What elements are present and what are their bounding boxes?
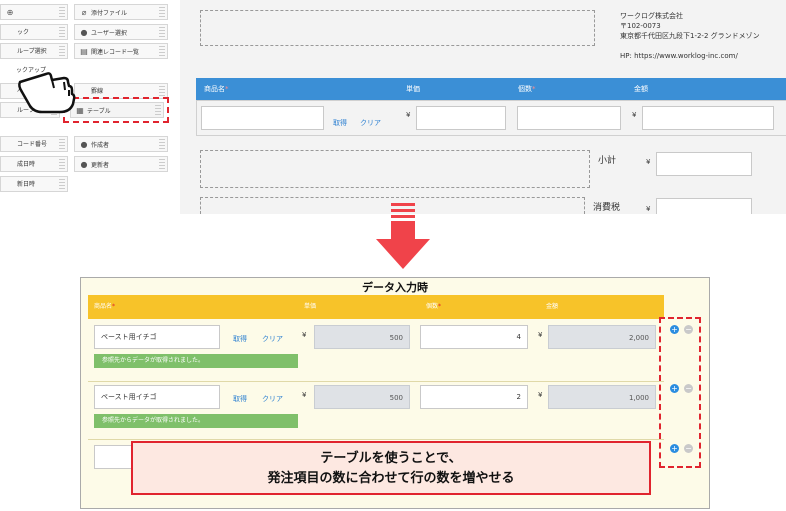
unit-price-value: 500 <box>314 325 410 349</box>
fetch-link[interactable]: 取得 <box>233 334 247 344</box>
tax-label: 消費税 <box>593 203 621 213</box>
remove-row-button[interactable]: − <box>684 325 693 334</box>
form-blank-space <box>200 10 595 46</box>
fetch-success-message: 参照先からデータが取得されました。 <box>94 414 298 428</box>
remove-row-button[interactable]: − <box>684 444 693 453</box>
palette-item-updater[interactable]: ● 更新者 <box>74 156 168 172</box>
callout-box: テーブルを使うことで、 発注項目の数に合わせて行の数を増やせる <box>131 441 651 495</box>
tax-input[interactable] <box>656 198 752 214</box>
user-icon: ● <box>80 160 88 169</box>
data-entry-table-frame: データ入力時 商品名* 単価 個数* 金額 ペースト用イチゴ 取得 クリア 参照… <box>80 277 710 509</box>
palette-item[interactable]: ⊕ <box>0 4 68 20</box>
amount-input[interactable] <box>642 106 774 130</box>
amount-value: 1,000 <box>548 385 656 409</box>
clear-link[interactable]: クリア <box>262 394 283 404</box>
form-canvas: ワークログ株式会社 〒102-0073 東京都千代田区九段下1-2-2 グランド… <box>180 0 786 214</box>
add-row-button[interactable]: + <box>670 384 679 393</box>
subtotal-label: 小計 <box>598 156 617 166</box>
palette-item-record-number[interactable]: コード番号 <box>0 136 68 152</box>
section-title: データ入力時 <box>362 281 428 294</box>
quantity-input[interactable] <box>517 106 621 130</box>
palette-item-user-select[interactable]: ● ユーザー選択 <box>74 24 168 40</box>
product-name-input[interactable]: ペースト用イチゴ <box>94 325 220 349</box>
unit-price-input[interactable] <box>416 106 506 130</box>
company-name: ワークログ株式会社 <box>620 12 683 20</box>
header-unit-price: 単価 <box>304 303 317 310</box>
form-table-header: 商品名* 単価 個数* 金額 <box>196 78 786 100</box>
table-row: ペースト用イチゴ 取得 クリア 参照先からデータが取得されました。 ¥ 500 … <box>88 381 664 440</box>
product-name-input[interactable] <box>94 445 134 469</box>
header-amount: 金額 <box>634 85 648 93</box>
unit-price-value: 500 <box>314 385 410 409</box>
clear-link[interactable]: クリア <box>360 118 381 128</box>
palette-item-updated-at[interactable]: 新日時 <box>0 176 68 192</box>
paperclip-icon: ⌀ <box>81 8 87 17</box>
user-icon: ● <box>80 28 88 37</box>
add-row-button[interactable]: + <box>670 444 679 453</box>
amount-value: 2,000 <box>548 325 656 349</box>
palette-item-creator[interactable]: ● 作成者 <box>74 136 168 152</box>
palette-item-attachment[interactable]: ⌀ 添付ファイル <box>74 4 168 20</box>
quantity-input[interactable]: 4 <box>420 325 528 349</box>
form-blank-space <box>200 150 590 188</box>
company-postal: 〒102-0073 <box>620 22 661 30</box>
fetch-link[interactable]: 取得 <box>333 118 347 128</box>
user-icon: ● <box>80 140 88 149</box>
fetch-success-message: 参照先からデータが取得されました。 <box>94 354 298 368</box>
subtotal-input[interactable] <box>656 152 752 176</box>
header-amount: 金額 <box>546 303 559 310</box>
palette-item-related-records[interactable]: ▤ 関連レコード一覧 <box>74 43 168 59</box>
table-row: ペースト用イチゴ 取得 クリア 参照先からデータが取得されました。 ¥ 500 … <box>88 319 664 382</box>
header-product-name: 商品名 <box>204 85 225 93</box>
drag-hand-cursor-icon <box>18 72 76 114</box>
header-unit-price: 単価 <box>406 85 420 93</box>
company-address: 東京都千代田区九段下1-2-2 グランドメゾン <box>620 32 760 40</box>
palette-item-group-select[interactable]: ループ選択 <box>0 43 68 59</box>
company-info: ワークログ株式会社 〒102-0073 東京都千代田区九段下1-2-2 グランド… <box>620 11 760 61</box>
row-buttons-highlight-frame <box>659 317 701 468</box>
list-icon: ▤ <box>80 47 88 56</box>
product-name-input[interactable] <box>201 106 324 130</box>
down-arrow-icon <box>376 203 430 269</box>
palette-item[interactable]: ック <box>0 24 68 40</box>
user-icon: ⊕ <box>6 8 14 17</box>
company-hp: HP: https://www.worklog-inc.com/ <box>620 52 738 60</box>
callout-line-1: テーブルを使うことで、 <box>320 451 462 466</box>
product-name-input[interactable]: ペースト用イチゴ <box>94 385 220 409</box>
header-product-name: 商品名 <box>94 303 113 310</box>
header-quantity: 個数 <box>518 85 532 93</box>
clear-link[interactable]: クリア <box>262 334 283 344</box>
header-quantity: 個数 <box>426 303 439 310</box>
fetch-link[interactable]: 取得 <box>233 394 247 404</box>
remove-row-button[interactable]: − <box>684 384 693 393</box>
callout-line-2: 発注項目の数に合わせて行の数を増やせる <box>267 471 515 486</box>
field-palette: ⊕ ⌀ 添付ファイル ック ● ユーザー選択 ループ選択 ▤ 関連レコード一覧 ックア… <box>0 0 169 200</box>
add-row-button[interactable]: + <box>670 325 679 334</box>
palette-item-created-at[interactable]: 成日時 <box>0 156 68 172</box>
quantity-input[interactable]: 2 <box>420 385 528 409</box>
data-table-header: 商品名* 単価 個数* 金額 <box>88 295 664 319</box>
